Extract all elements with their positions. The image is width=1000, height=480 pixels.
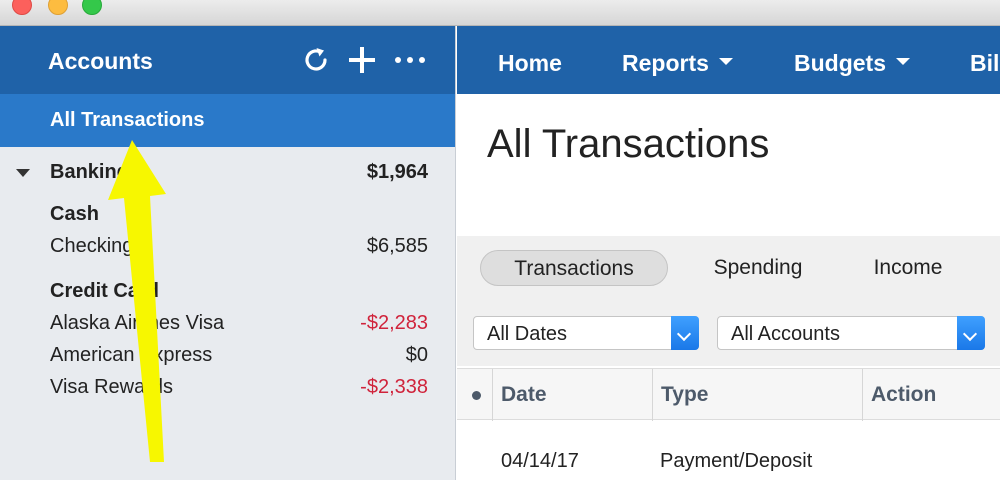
filter-bar: All Dates All Accounts xyxy=(457,298,1000,366)
account-label: Checking xyxy=(50,235,134,257)
subheader-label: Cash xyxy=(50,203,99,225)
account-amount: $6,585 xyxy=(366,235,428,257)
maximize-window-button[interactable] xyxy=(82,0,102,15)
more-icon[interactable] xyxy=(390,40,430,80)
account-amount: -$2,338 xyxy=(360,376,428,398)
sidebar-item-checking[interactable]: Checking $6,585 xyxy=(0,232,456,262)
account-filter-select[interactable]: All Accounts xyxy=(717,316,985,350)
sidebar-item-all-transactions[interactable]: All Transactions xyxy=(0,94,455,147)
nav-budgets[interactable]: Budgets xyxy=(794,50,910,77)
disclosure-triangle-icon[interactable] xyxy=(16,169,30,177)
nav-bills[interactable]: Bill xyxy=(970,50,1000,77)
title-bar xyxy=(0,0,1000,26)
tab-transactions[interactable]: Transactions xyxy=(480,250,668,286)
group-amount: $1,964 xyxy=(366,161,428,183)
app-window: Accounts All Transactions Banking $1,964… xyxy=(0,0,1000,480)
nav-home[interactable]: Home xyxy=(498,50,562,77)
chevron-down-icon xyxy=(718,58,733,66)
column-header-date[interactable]: Date xyxy=(492,369,652,421)
account-amount: -$2,283 xyxy=(360,312,428,334)
top-nav: Home Reports Budgets Bill xyxy=(457,26,1000,94)
accounts-sidebar: Accounts All Transactions Banking $1,964… xyxy=(0,26,456,480)
sidebar-subheader-credit-card: Credit Card xyxy=(0,277,456,307)
cell-type: Payment/Deposit xyxy=(660,450,813,472)
status-dot-icon xyxy=(472,391,481,400)
sidebar-group-banking[interactable]: Banking $1,964 xyxy=(0,158,456,188)
tab-spending[interactable]: Spending xyxy=(695,250,821,286)
account-label: Visa Rewards xyxy=(50,376,174,398)
close-window-button[interactable] xyxy=(12,0,32,15)
chevron-down-icon xyxy=(671,316,699,350)
column-header-action[interactable]: Action xyxy=(862,369,1000,421)
sidebar-item-alaska-airlines-visa[interactable]: Alaska Airlines Visa -$2,283 xyxy=(0,309,456,339)
sidebar-subheader-cash: Cash xyxy=(0,200,456,230)
column-header-type[interactable]: Type xyxy=(652,369,862,421)
sidebar-header: Accounts xyxy=(0,26,455,94)
date-filter-select[interactable]: All Dates xyxy=(473,316,699,350)
chevron-down-icon xyxy=(957,316,985,350)
main-panel: Home Reports Budgets Bill All Transactio… xyxy=(457,26,1000,480)
minimize-window-button[interactable] xyxy=(48,0,68,15)
view-tabs: Transactions Spending Income xyxy=(457,236,1000,298)
nav-reports[interactable]: Reports xyxy=(622,50,733,77)
sidebar-title: Accounts xyxy=(48,48,153,74)
account-label: American Express xyxy=(50,344,213,366)
group-label: Banking xyxy=(50,161,129,183)
tab-income[interactable]: Income xyxy=(853,250,963,286)
table-header: Date Type Action xyxy=(457,368,1000,421)
sidebar-item-american-express[interactable]: American Express $0 xyxy=(0,341,456,371)
account-label: Alaska Airlines Visa xyxy=(50,312,225,334)
subheader-label: Credit Card xyxy=(50,280,159,302)
chevron-down-icon xyxy=(896,58,910,66)
page-title: All Transactions xyxy=(487,122,770,166)
table-row[interactable]: 04/14/17 Payment/Deposit xyxy=(457,446,1000,480)
cell-date: 04/14/17 xyxy=(501,450,579,472)
sidebar-item-visa-rewards[interactable]: Visa Rewards -$2,338 xyxy=(0,373,456,403)
refresh-icon[interactable] xyxy=(296,40,336,80)
plus-icon[interactable] xyxy=(342,40,382,80)
sidebar-item-label: All Transactions xyxy=(50,109,205,131)
account-amount: $0 xyxy=(405,344,428,366)
